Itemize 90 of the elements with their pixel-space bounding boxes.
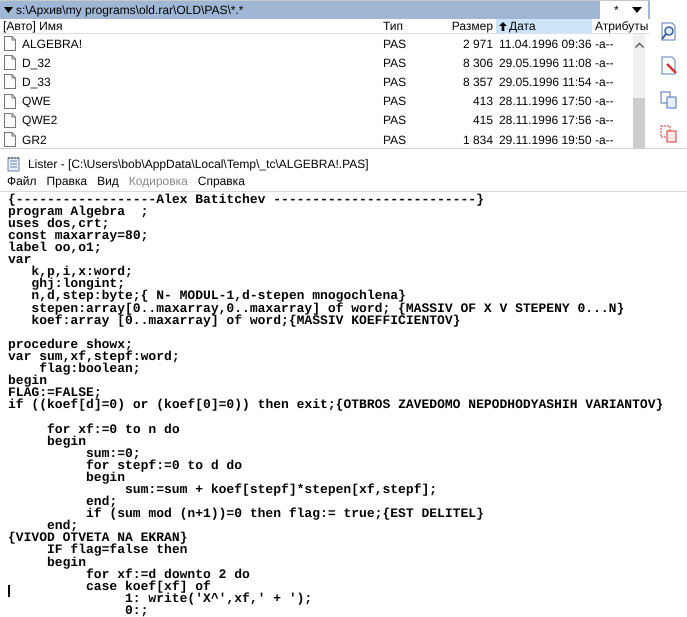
code-line: FLAG:=FALSE; (8, 387, 102, 400)
code-line: procedure showx; (8, 338, 133, 351)
text-cursor (8, 584, 10, 597)
code-line: {------------------Alex Batitchev --------------------------} (8, 194, 484, 206)
move-icon[interactable] (658, 124, 678, 144)
scroll-up-icon[interactable] (634, 42, 644, 48)
code-line: uses dos,crt; (8, 218, 110, 230)
file-name[interactable]: QWE (22, 94, 51, 108)
file-size: 2 971 (462, 36, 494, 51)
path-bar[interactable]: s:\Архив\my programs\old.rar\OLD\PAS\*.* * (0, 1, 650, 19)
code-line: begin (47, 436, 86, 448)
dropdown-caret-icon[interactable] (4, 7, 13, 13)
code-line: var (8, 254, 32, 266)
code-line: end; (86, 496, 118, 508)
file-name[interactable]: GR2 (22, 132, 47, 147)
file-type: PAS (382, 56, 408, 70)
file-attributes: -a-- (594, 94, 615, 108)
code-line: 1: write('X^',xf,' + '); (125, 592, 312, 605)
file-icon (4, 112, 16, 128)
code-line: if ((koef[d]=0) or (koef[0]=0)) then exit;{OTBROS ZAVEDOMO NEPODHODYASHIH VARIANTOV} (8, 399, 664, 412)
code-line: for stepf:=0 to d do (86, 460, 242, 472)
code-line: IF flag=false then (47, 544, 188, 557)
file-size: 8 306 (462, 56, 494, 70)
menu-item[interactable]: Правка (42, 174, 92, 191)
code-line: koef:array [0..maxarray] of word;{MASSIV KOEFFICIENTOV} (31, 314, 460, 327)
code-line: {VIVOD OTVETA NA EKRAN} (8, 532, 188, 544)
code-line: for xf:=d downto 2 do (86, 568, 250, 581)
file-attributes: -a-- (594, 113, 615, 128)
notepad-icon (6, 156, 22, 172)
scrollbar[interactable] (633, 34, 645, 150)
code-line: case koef[xf] of (86, 580, 211, 593)
code-line: begin (86, 472, 126, 484)
menu-item[interactable]: Справка (192, 174, 250, 191)
code-line: n,d,step:byte;{ N- MODUL-1,d-stepen mnogochlena} (31, 290, 406, 303)
file-date: 28.11.1996 17:50 (498, 94, 592, 108)
menu-item[interactable]: Вид (92, 174, 124, 191)
file-attributes: -a-- (594, 56, 615, 70)
code-line: program Algebra ; (8, 206, 148, 218)
code-line: const maxarray=80; (8, 230, 148, 242)
file-size: 415 (472, 113, 494, 128)
file-attributes: -a-- (594, 132, 615, 147)
column-header[interactable]: Дата (496, 19, 592, 33)
path-label: s:\Архив\my programs\old.rar\OLD\PAS\*.* (16, 3, 244, 17)
code-line: ghj:longint; (31, 278, 126, 290)
filter-dropdown[interactable]: * (600, 1, 648, 19)
code-line: begin (47, 556, 86, 569)
code-line: k,p,i,x:word; (31, 266, 133, 278)
file-name[interactable]: D_32 (22, 56, 51, 70)
code-line: var sum,xf,stepf:word; (8, 350, 180, 364)
file-name[interactable]: D_33 (22, 74, 51, 89)
file-size: 413 (472, 94, 494, 108)
code-line: label oo,o1; (8, 242, 102, 254)
file-attributes: -a-- (594, 74, 615, 89)
code-line: if (sum mod (n+1))=0 then flag:= true;{EST DELITEL} (86, 508, 484, 520)
file-type: PAS (382, 132, 408, 147)
search-icon[interactable] (658, 22, 678, 42)
file-icon (4, 94, 16, 109)
window-title: Lister - [C:\Users\bob\AppData\Local\Temp\_tc\ALGEBRA!.PAS] (28, 157, 369, 172)
file-attributes: -a-- (594, 36, 615, 51)
file-size: 1 834 (462, 132, 494, 147)
file-icon (4, 55, 16, 70)
file-date: 29.05.1996 11:08 (498, 56, 592, 70)
file-name[interactable]: ALGEBRA! (22, 36, 82, 51)
edit-file-icon[interactable] (658, 56, 678, 76)
code-line: flag:boolean; (39, 363, 141, 376)
file-name[interactable]: QWE2 (22, 113, 58, 128)
code-line: sum:=sum + koef[stepf]*stepen[xf,stepf]; (125, 484, 438, 496)
column-header[interactable]: Атрибуты (592, 19, 650, 33)
caret-icon (632, 7, 642, 13)
file-icon (4, 74, 16, 90)
code-line: begin (8, 375, 48, 388)
file-date: 29.11.1996 19:50 (498, 132, 592, 147)
code-line: 0:; (125, 604, 148, 617)
copy-icon[interactable] (658, 90, 678, 110)
code-line: end; (47, 520, 78, 532)
file-date: 11.04.1996 09:36 (498, 36, 592, 51)
file-type: PAS (382, 113, 408, 128)
menu-item[interactable]: Файл (2, 174, 42, 191)
file-icon (4, 36, 16, 52)
code-line: sum:=0; (86, 448, 141, 460)
file-date: 28.11.1996 17:56 (498, 113, 592, 128)
sort-arrow-icon (499, 22, 507, 30)
code-line: stepen:array[0..maxarray,0..maxarray] of word; {MASSIV OF X V STEPENY 0...N} (31, 302, 624, 315)
code-line: for xf:=0 to n do (47, 424, 180, 436)
file-type: PAS (382, 74, 408, 89)
file-icon (4, 132, 16, 148)
file-size: 8 357 (462, 74, 494, 89)
file-type: PAS (382, 94, 408, 108)
file-type: PAS (382, 36, 408, 51)
file-date: 29.05.1996 11:54 (498, 74, 592, 89)
